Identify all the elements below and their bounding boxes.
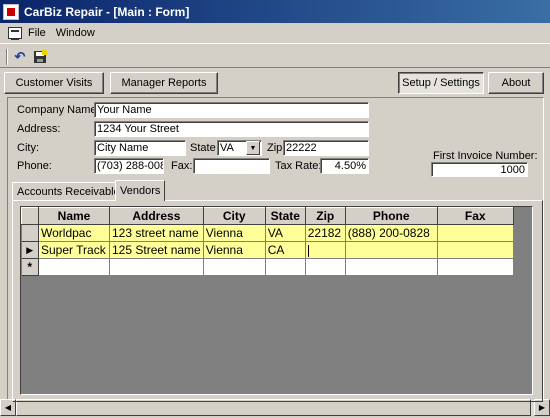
column-header-phone[interactable]: Phone [344,207,438,225]
cell-address[interactable] [109,258,204,276]
undo-icon[interactable]: ↶ [10,48,30,66]
app-icon [3,3,19,20]
window-title: CarBiz Repair - [Main : Form] [24,4,190,19]
column-header-fax[interactable]: Fax [436,207,514,225]
tax-rate-label: Tax Rate: [275,160,322,172]
address-field[interactable]: 1234 Your Street [94,121,369,137]
column-header-address[interactable]: Address [109,207,204,225]
cell-zip[interactable] [305,241,346,259]
cell-city[interactable] [203,258,266,276]
phone-label: Phone: [17,160,52,172]
cell-state[interactable] [265,258,306,276]
cell-city[interactable]: Vienna [203,224,266,242]
cell-state[interactable]: VA [265,224,306,242]
save-icon[interactable] [30,48,50,66]
tab-accounts-receivable[interactable]: Accounts Receivable [12,182,125,201]
cell-phone[interactable] [345,241,438,259]
zip-label: Zip [267,142,283,154]
cell-name[interactable] [38,258,110,276]
tax-rate-field[interactable]: 4.50% [320,158,369,174]
tab-vendors[interactable]: Vendors [115,180,166,201]
city-field[interactable]: City Name [94,140,186,156]
toolbar: ↶ [0,46,550,68]
cell-state[interactable]: CA [265,241,306,259]
cell-phone[interactable]: (888) 200-0828 [345,224,438,242]
state-label: State [190,142,216,154]
column-header-zip[interactable]: Zip [304,207,346,225]
table-row[interactable]: Worldpac 123 street name Vienna VA 22182… [21,224,514,242]
first-invoice-label: First Invoice Number: [433,150,538,162]
company-name-field[interactable]: Your Name [94,102,369,118]
toolbar-separator [6,48,8,65]
manager-reports-button[interactable]: Manager Reports [110,72,218,94]
table-row[interactable]: ▶ Super Track 125 Street name Vienna CA [21,241,514,259]
cell-fax[interactable] [437,258,514,276]
new-record-row[interactable]: * [21,258,514,276]
cell-address[interactable]: 123 street name [109,224,204,242]
grid-header-row: Name Address City State Zip Phone Fax [21,207,514,225]
fax-label: Fax: [171,160,193,172]
customer-visits-button[interactable]: Customer Visits [4,72,104,94]
cell-name[interactable]: Worldpac [38,224,110,242]
menu-file[interactable]: File [28,27,46,39]
zip-field[interactable]: 22222 [283,140,369,156]
current-record-icon[interactable]: ▶ [21,241,39,259]
column-header-name[interactable]: Name [38,207,110,225]
cell-fax[interactable] [437,224,514,242]
cell-zip[interactable]: 22182 [305,224,346,242]
chevron-down-icon[interactable]: ▼ [246,141,260,155]
cell-city[interactable]: Vienna [203,241,266,259]
row-selector[interactable] [21,224,39,242]
cell-phone[interactable] [345,258,438,276]
city-label: City: [17,142,39,154]
first-invoice-field[interactable]: 1000 [431,162,528,177]
setup-settings-button[interactable]: Setup / Settings [398,72,484,94]
vendors-datasheet[interactable]: Name Address City State Zip Phone Fax Wo… [20,206,533,395]
title-bar: CarBiz Repair - [Main : Form] [0,0,550,23]
fax-field[interactable] [193,158,270,174]
form-menu-icon[interactable] [8,27,22,40]
menu-window[interactable]: Window [56,27,95,39]
column-header-state[interactable]: State [264,207,306,225]
phone-field[interactable]: (703) 288-0080 [94,158,164,174]
address-label: Address: [17,123,61,135]
cell-zip[interactable] [305,258,346,276]
corner-selector[interactable] [21,207,39,225]
new-record-icon[interactable]: * [21,258,39,276]
cell-fax[interactable] [437,241,514,259]
menu-bar: File Window [0,23,550,44]
about-button[interactable]: About [488,72,544,94]
cell-address[interactable]: 125 Street name [109,241,204,259]
text-caret [307,244,309,257]
company-name-label: Company Name: [17,104,100,116]
column-header-city[interactable]: City [202,207,266,225]
cell-name[interactable]: Super Track [38,241,110,259]
